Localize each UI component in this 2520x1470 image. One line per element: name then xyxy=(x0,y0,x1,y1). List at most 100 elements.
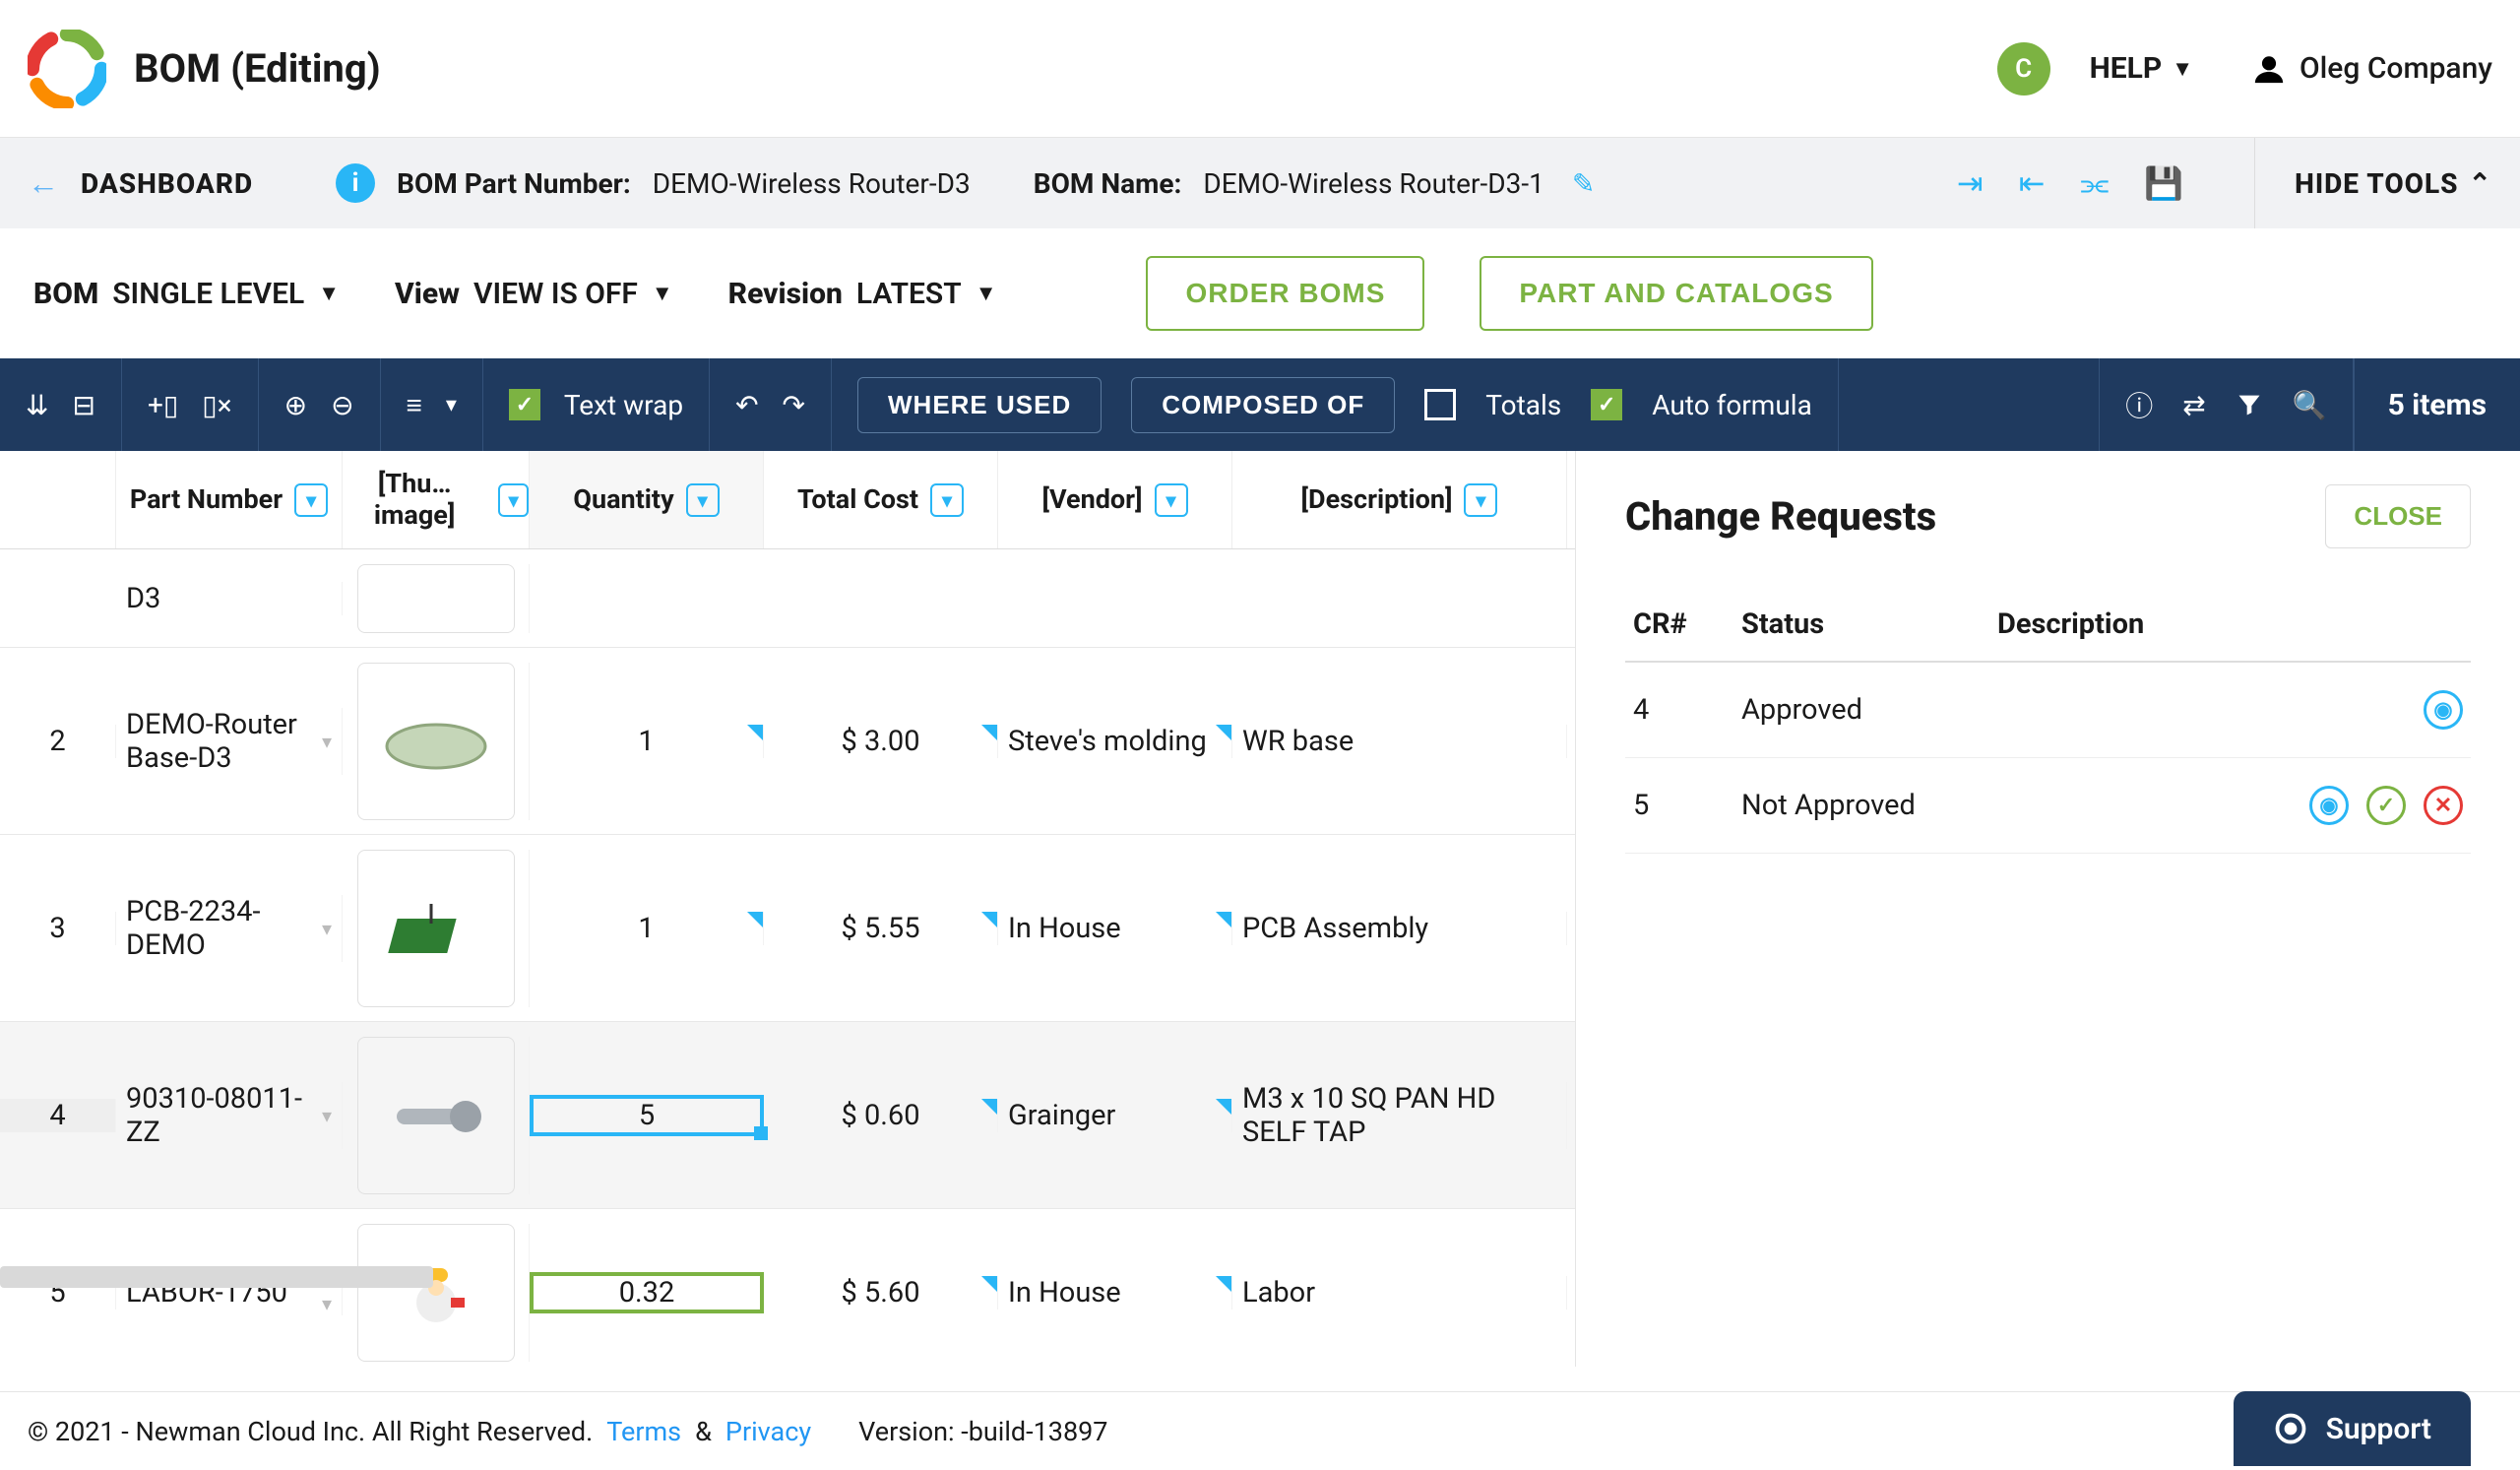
cell-qty[interactable]: 1 xyxy=(530,725,764,758)
totals-checkbox[interactable] xyxy=(1424,389,1456,420)
view-icon[interactable]: ◉ xyxy=(2309,786,2349,825)
part-catalogs-button[interactable]: PART AND CATALOGS xyxy=(1480,256,1872,331)
back-arrow-icon[interactable]: ← xyxy=(28,164,59,202)
chevron-down-icon[interactable]: ▾ xyxy=(322,1292,332,1315)
textwrap-checkbox[interactable] xyxy=(509,389,540,420)
version-label: Version: -build-13897 xyxy=(858,1416,1107,1447)
redo-icon[interactable]: ↷ xyxy=(783,389,805,421)
cr-num: 4 xyxy=(1625,662,1733,758)
order-boms-button[interactable]: ORDER BOMS xyxy=(1146,256,1424,331)
autoformula-label: Auto formula xyxy=(1652,389,1812,421)
hide-tools-label: HIDE TOOLS xyxy=(2295,167,2458,200)
revision-dropdown[interactable]: Revision LATEST ▼ xyxy=(728,277,997,311)
undo-icon[interactable]: ↶ xyxy=(735,389,758,421)
composed-of-button[interactable]: COMPOSED OF xyxy=(1131,377,1395,433)
bom-grid: Part Number ▾ [Thu… image] ▾ Quantity ▾ … xyxy=(0,451,1575,1367)
col-quantity[interactable]: Quantity ▾ xyxy=(530,451,764,548)
filter-icon[interactable]: ▾ xyxy=(686,483,720,517)
cell-cost: $ 0.60 xyxy=(764,1099,998,1132)
move-up-icon[interactable]: ⊕ xyxy=(284,389,307,421)
cell-rownum: 2 xyxy=(0,725,116,758)
cell-thumb xyxy=(343,1037,530,1194)
view-icon[interactable]: ◉ xyxy=(2424,690,2463,730)
cell-thumb xyxy=(343,564,530,633)
cell-rownum: 4 xyxy=(0,1099,116,1132)
hide-tools-toggle[interactable]: HIDE TOOLS ⌃ xyxy=(2254,138,2492,228)
col-vendor[interactable]: [Vendor] ▾ xyxy=(998,451,1232,548)
approve-icon[interactable]: ✓ xyxy=(2366,786,2406,825)
where-used-button[interactable]: WHERE USED xyxy=(857,377,1102,433)
caret-down-icon: ▾ xyxy=(446,393,457,417)
cell-vendor: In House xyxy=(998,1276,1232,1310)
add-column-icon[interactable]: +▯ xyxy=(148,389,178,421)
col-totalcost[interactable]: Total Cost ▾ xyxy=(764,451,998,548)
table-row[interactable]: 4 90310-08011-ZZ▾ 5 $ 0.60 Grainger M3 x… xyxy=(0,1022,1575,1209)
align-icon[interactable]: ≡ xyxy=(407,389,422,421)
cr-row[interactable]: 5 Not Approved ◉ ✓ ✕ xyxy=(1625,758,2471,854)
chevron-down-icon[interactable]: ▾ xyxy=(322,730,332,753)
table-row[interactable]: D3 xyxy=(0,549,1575,648)
rev-mode: LATEST xyxy=(856,277,962,311)
chevron-down-icon[interactable]: ▾ xyxy=(322,917,332,940)
cr-col-status: Status xyxy=(1733,588,1989,662)
horizontal-scrollbar[interactable] xyxy=(0,1266,433,1288)
breadcrumb-bar: ← DASHBOARD i BOM Part Number: DEMO-Wire… xyxy=(0,138,2520,228)
support-button[interactable]: Support xyxy=(2234,1391,2471,1466)
share-icon[interactable]: ⫘ xyxy=(2080,164,2109,203)
privacy-link[interactable]: Privacy xyxy=(725,1416,811,1447)
table-row[interactable]: 2 DEMO-Router Base-D3▾ 1 $ 3.00 Steve's … xyxy=(0,648,1575,835)
view-dropdown[interactable]: View VIEW IS OFF ▼ xyxy=(395,277,673,311)
cr-col-num: CR# xyxy=(1625,588,1733,662)
terms-link[interactable]: Terms xyxy=(606,1416,681,1447)
user-chip[interactable]: Oleg Company xyxy=(2252,51,2492,86)
export-icon[interactable]: ⇤ xyxy=(2019,164,2046,202)
filter-icon[interactable]: ▾ xyxy=(498,483,529,517)
close-button[interactable]: CLOSE xyxy=(2325,484,2471,548)
swap-icon[interactable]: ⇄ xyxy=(2182,389,2205,421)
cell-qty-selected[interactable]: 5 xyxy=(530,1095,764,1136)
edit-icon[interactable]: ✎ xyxy=(1572,167,1595,200)
info-icon[interactable]: ⓘ xyxy=(2125,385,2153,424)
dashboard-link[interactable]: DASHBOARD xyxy=(81,167,253,200)
cell-part: 90310-08011-ZZ▾ xyxy=(116,1082,343,1149)
cr-num: 5 xyxy=(1625,758,1733,854)
cell-thumb xyxy=(343,850,530,1007)
col-description[interactable]: [Description] ▾ xyxy=(1232,451,1567,548)
reject-icon[interactable]: ✕ xyxy=(2424,786,2463,825)
filter-icon[interactable]: ▾ xyxy=(294,483,328,517)
cr-row[interactable]: 4 Approved ◉ xyxy=(1625,662,2471,758)
support-label: Support xyxy=(2326,1412,2431,1446)
cell-desc: Labor xyxy=(1232,1276,1567,1310)
move-down-icon[interactable]: ⊖ xyxy=(331,389,353,421)
autoformula-checkbox[interactable] xyxy=(1591,389,1622,420)
search-icon[interactable]: 🔍 xyxy=(2293,389,2327,421)
cell-qty[interactable]: 1 xyxy=(530,912,764,945)
import-icon[interactable]: ⇥ xyxy=(1957,164,1984,202)
table-row[interactable]: 3 PCB-2234-DEMO▾ 1 $ 5.55 In House PCB A… xyxy=(0,835,1575,1022)
cell-part: PCB-2234-DEMO▾ xyxy=(116,895,343,962)
cell-qty[interactable]: 0.32 xyxy=(530,1272,764,1313)
filter-icon[interactable]: ▾ xyxy=(930,483,964,517)
col-thumbnail[interactable]: [Thu… image] ▾ xyxy=(343,451,530,548)
support-icon xyxy=(2273,1411,2308,1446)
view-mode: VIEW IS OFF xyxy=(473,277,638,311)
cell-part: DEMO-Router Base-D3▾ xyxy=(116,708,343,775)
filter-icon[interactable]: ▾ xyxy=(1155,483,1188,517)
save-icon[interactable]: 💾 xyxy=(2144,164,2183,202)
tree-collapse-icon[interactable]: ⊟ xyxy=(72,389,94,421)
bom-level-dropdown[interactable]: BOM SINGLE LEVEL ▼ xyxy=(33,277,340,311)
cr-table: CR# Status Description 4 Approved ◉ 5 No… xyxy=(1625,588,2471,854)
caret-down-icon: ▼ xyxy=(652,281,673,306)
col-partnumber[interactable]: Part Number ▾ xyxy=(116,451,343,548)
remove-column-icon[interactable]: ▯× xyxy=(202,389,231,421)
help-menu[interactable]: HELP ▼ xyxy=(2090,51,2193,86)
cr-col-desc: Description xyxy=(1989,588,2274,662)
chevron-down-icon[interactable]: ▾ xyxy=(322,1104,332,1127)
table-row[interactable]: 5 LABOR-1750▾ 0.32 $ 5.60 In House Labor xyxy=(0,1209,1575,1367)
tree-expand-icon[interactable]: ⇊ xyxy=(26,389,48,421)
filter-icon[interactable]: ▾ xyxy=(1464,483,1497,517)
user-avatar[interactable]: C xyxy=(1997,42,2050,96)
textwrap-label: Text wrap xyxy=(564,389,683,421)
filter-icon[interactable] xyxy=(2236,391,2263,418)
info-icon[interactable]: i xyxy=(336,163,375,203)
